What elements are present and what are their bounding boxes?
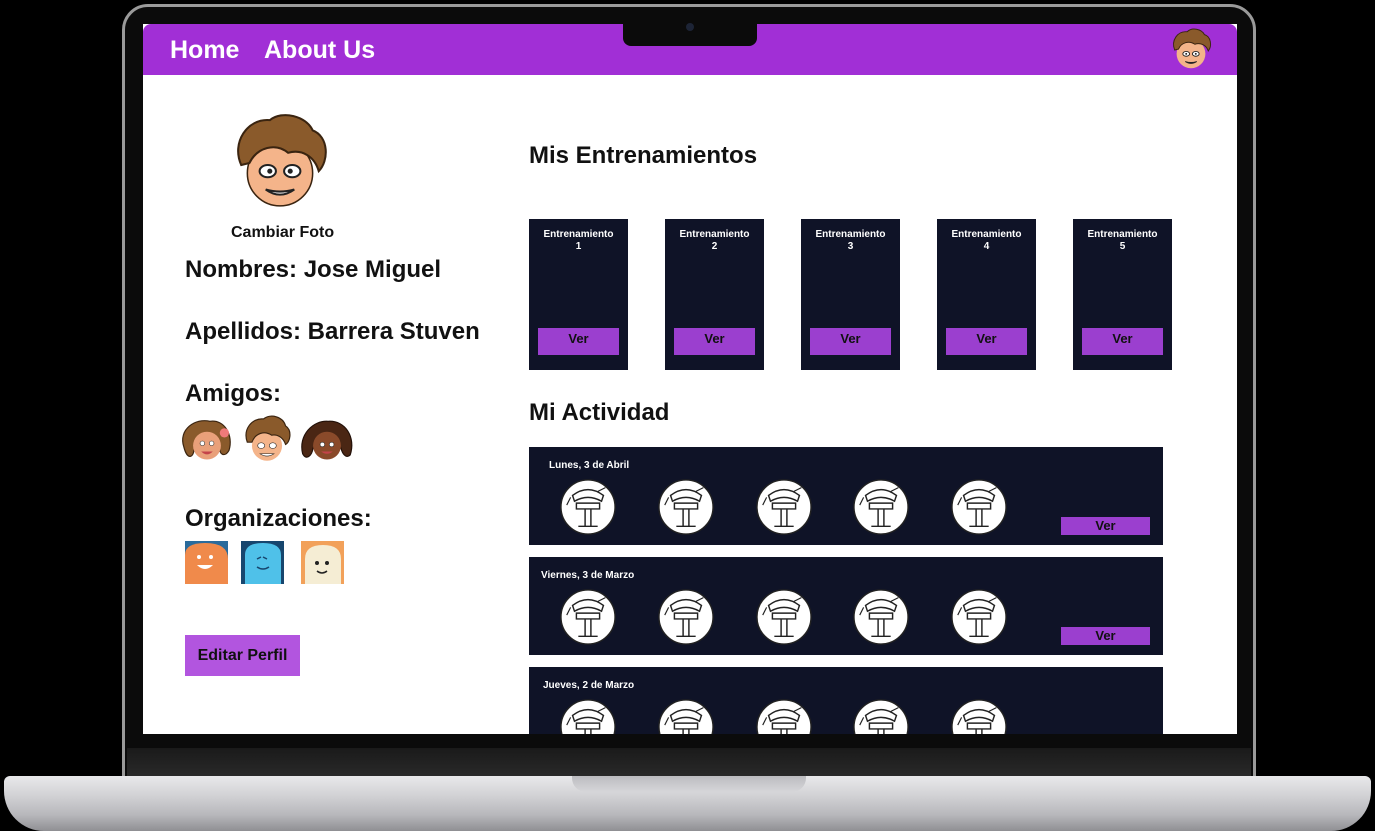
exercise-machine-icon (657, 588, 715, 646)
exercise-machine-icon (950, 478, 1008, 536)
workout-title: Entrenamiento 3 (801, 229, 900, 253)
exercise-machine-icon (755, 698, 813, 734)
edit-profile-button[interactable]: Editar Perfil (185, 635, 300, 676)
activity-row: Lunes, 3 de Abril Ver (529, 447, 1163, 545)
laptop-hinge (127, 748, 1251, 778)
activity-view-button[interactable]: Ver (1061, 517, 1150, 535)
exercise-machine-icon (657, 698, 715, 734)
workout-title: Entrenamiento 2 (665, 229, 764, 253)
activity-date: Viernes, 3 de Marzo (541, 570, 635, 581)
activity-date: Lunes, 3 de Abril (549, 460, 630, 471)
names-field: Nombres: Jose Miguel (185, 256, 442, 283)
org-cream-icon[interactable] (301, 541, 344, 584)
laptop-base-notch (572, 776, 806, 792)
workout-title-text: Entrenamiento (543, 229, 614, 240)
nav-about-link[interactable]: About Us (264, 36, 375, 65)
exercise-machine-icon (852, 698, 910, 734)
profile-photo[interactable] (227, 112, 333, 214)
workout-number: 1 (575, 241, 582, 252)
exercise-machine-icon (852, 478, 910, 536)
workout-card: Entrenamiento 2 Ver (665, 219, 764, 370)
workout-number: 3 (847, 241, 854, 252)
activity-row: Jueves, 2 de Marzo (529, 667, 1163, 734)
workout-view-button[interactable]: Ver (674, 328, 755, 355)
exercise-machine-icon (755, 478, 813, 536)
workout-title-text: Entrenamiento (951, 229, 1022, 240)
friend-girl-icon[interactable] (177, 412, 237, 470)
workout-view-button[interactable]: Ver (946, 328, 1027, 355)
activity-date: Jueves, 2 de Marzo (543, 680, 635, 691)
workout-view-button[interactable]: Ver (810, 328, 891, 355)
nav-home-link[interactable]: Home (170, 36, 239, 65)
org-orange-icon[interactable] (185, 541, 228, 584)
friends-heading: Amigos: (185, 380, 281, 407)
org-blue-icon[interactable] (241, 541, 284, 584)
workout-title: Entrenamiento 4 (937, 229, 1036, 253)
activity-view-button[interactable]: Ver (1061, 627, 1150, 645)
activity-heading: Mi Actividad (529, 399, 670, 426)
workout-number: 4 (983, 241, 990, 252)
exercise-machine-icon (755, 588, 813, 646)
workout-card: Entrenamiento 4 Ver (937, 219, 1036, 370)
workout-title-text: Entrenamiento (1087, 229, 1158, 240)
workout-title: Entrenamiento 1 (529, 229, 628, 253)
exercise-machine-icon (559, 478, 617, 536)
workout-view-button[interactable]: Ver (538, 328, 619, 355)
exercise-machine-icon (657, 478, 715, 536)
activity-row: Viernes, 3 de Marzo Ver (529, 557, 1163, 655)
friends-list (177, 412, 357, 470)
workout-number: 2 (711, 241, 718, 252)
exercise-machine-icon (950, 588, 1008, 646)
change-photo-link[interactable]: Cambiar Foto (231, 224, 334, 242)
surnames-field: Apellidos: Barrera Stuven (185, 318, 480, 345)
user-avatar-icon[interactable] (1167, 26, 1215, 74)
workout-card: Entrenamiento 3 Ver (801, 219, 900, 370)
exercise-machine-icon (559, 588, 617, 646)
friend-boy-icon[interactable] (237, 412, 297, 470)
workout-card: Entrenamiento 5 Ver (1073, 219, 1172, 370)
workout-title: Entrenamiento 5 (1073, 229, 1172, 253)
workouts-heading: Mis Entrenamientos (529, 142, 758, 169)
exercise-machine-icon (559, 698, 617, 734)
camera-icon (686, 23, 694, 31)
orgs-heading: Organizaciones: (185, 505, 372, 532)
workout-title-text: Entrenamiento (679, 229, 750, 240)
workout-card: Entrenamiento 1 Ver (529, 219, 628, 370)
workout-title-text: Entrenamiento (815, 229, 886, 240)
app-screen: Home About Us Cambiar Foto Nombres: Jose… (143, 24, 1237, 734)
friend-girl-dark-icon[interactable] (297, 412, 357, 470)
exercise-machine-icon (950, 698, 1008, 734)
workout-number: 5 (1119, 241, 1126, 252)
exercise-machine-icon (852, 588, 910, 646)
workout-view-button[interactable]: Ver (1082, 328, 1163, 355)
